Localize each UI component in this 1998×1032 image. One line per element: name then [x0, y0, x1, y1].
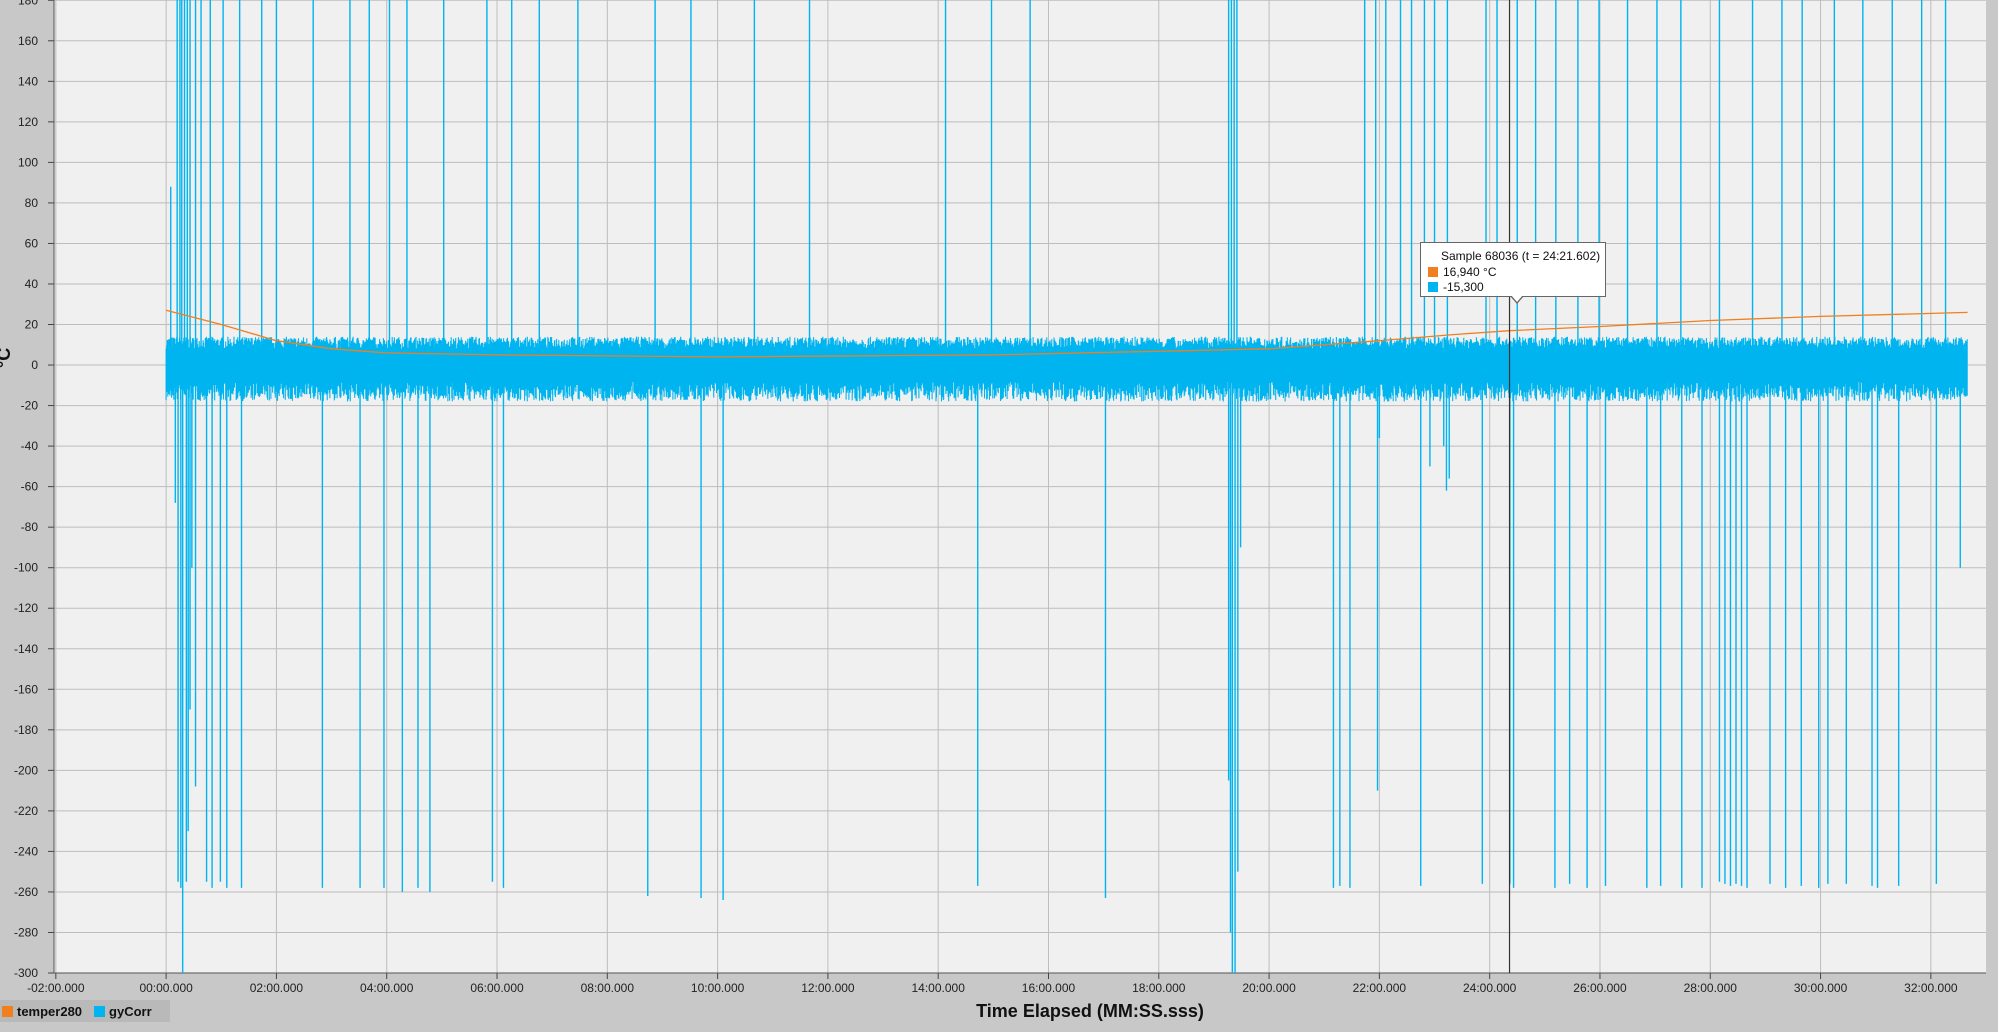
legend-item-gycorr[interactable]: gyCorr [94, 1004, 152, 1019]
x-tick-label: 00:00.000 [139, 981, 193, 995]
y-tick-label: -260 [14, 885, 38, 899]
x-tick-label: 22:00.000 [1353, 981, 1407, 995]
x-tick-label: 32:00.000 [1904, 981, 1958, 995]
tooltip-row-temper280: 16,940 °C [1428, 265, 1497, 279]
y-tick-label: 180 [18, 0, 38, 7]
y-tick-label: -20 [21, 399, 39, 413]
x-axis-label: Time Elapsed (MM:SS.sss) [976, 1001, 1204, 1021]
y-tick-label: -40 [21, 439, 39, 453]
y-tick-label: -140 [14, 642, 38, 656]
tooltip-swatch-temper280 [1428, 267, 1438, 277]
y-tick-label: -80 [21, 520, 39, 534]
legend-item-temper280[interactable]: temper280 [2, 1004, 82, 1019]
y-axis-label: °C [0, 347, 14, 368]
y-tick-label: 120 [18, 115, 38, 129]
y-tick-label: 60 [25, 236, 39, 250]
y-tick-label: 20 [25, 318, 39, 332]
tooltip-swatch-gycorr [1428, 282, 1438, 292]
y-tick-label: -240 [14, 844, 38, 858]
y-tick-label: -160 [14, 682, 38, 696]
y-tick-label: -120 [14, 601, 38, 615]
x-tick-label: 26:00.000 [1573, 981, 1627, 995]
x-tick-label: 12:00.000 [801, 981, 855, 995]
x-tick-label: 10:00.000 [691, 981, 745, 995]
legend-swatch-gycorr [94, 1005, 106, 1017]
y-tick-label: -280 [14, 925, 38, 939]
x-tick-label: 30:00.000 [1794, 981, 1848, 995]
x-tick-label: -02:00.000 [27, 981, 85, 995]
legend: temper280 gyCorr [0, 1000, 170, 1022]
y-tick-label: 140 [18, 74, 38, 88]
legend-label-gycorr: gyCorr [109, 1003, 152, 1019]
x-tick-label: 02:00.000 [250, 981, 304, 995]
tooltip-value-gycorr: -15,300 [1443, 280, 1484, 294]
chart-svg: 180 160 140 120 100 80 60 40 20 0 -20 -40 -60 -80 -100… [0, 0, 1998, 1027]
x-tick-label: 18:00.000 [1132, 981, 1186, 995]
tooltip-pointer-fill [1511, 295, 1523, 302]
y-tick-label: -60 [21, 480, 39, 494]
x-tick-label: 28:00.000 [1684, 981, 1738, 995]
x-tick-label: 24:00.000 [1463, 981, 1517, 995]
x-tick-label: 08:00.000 [581, 981, 635, 995]
x-tick-label: 16:00.000 [1022, 981, 1076, 995]
y-tick-label: -180 [14, 723, 38, 737]
y-tick-label: 160 [18, 34, 38, 48]
y-tick-label: -300 [14, 966, 38, 980]
chart-root: 180 160 140 120 100 80 60 40 20 0 -20 -40 -60 -80 -100… [0, 0, 1998, 1027]
x-tick-label: 20:00.000 [1242, 981, 1296, 995]
y-tick-label: 0 [31, 358, 38, 372]
x-tick-label: 06:00.000 [470, 981, 524, 995]
y-tick-label: -200 [14, 763, 38, 777]
y-tick-label: 40 [25, 277, 39, 291]
y-tick-label: 80 [25, 196, 39, 210]
x-tick-label: 04:00.000 [360, 981, 414, 995]
tooltip-value-temper280: 16,940 °C [1443, 265, 1497, 279]
tooltip-title: Sample 68036 (t = 24:21.602) [1441, 249, 1601, 263]
x-tick-label: 14:00.000 [912, 981, 966, 995]
legend-swatch-temper280 [2, 1005, 13, 1017]
y-tick-label: 100 [18, 155, 38, 169]
sample-tooltip: Sample 68036 (t = 24:21.602) 16,940 °C -… [1420, 242, 1606, 304]
y-tick-label: -220 [14, 804, 38, 818]
legend-label-temper280: temper280 [17, 1003, 83, 1019]
y-tick-label: -100 [14, 561, 38, 575]
tooltip-row-gycorr: -15,300 [1428, 280, 1484, 294]
